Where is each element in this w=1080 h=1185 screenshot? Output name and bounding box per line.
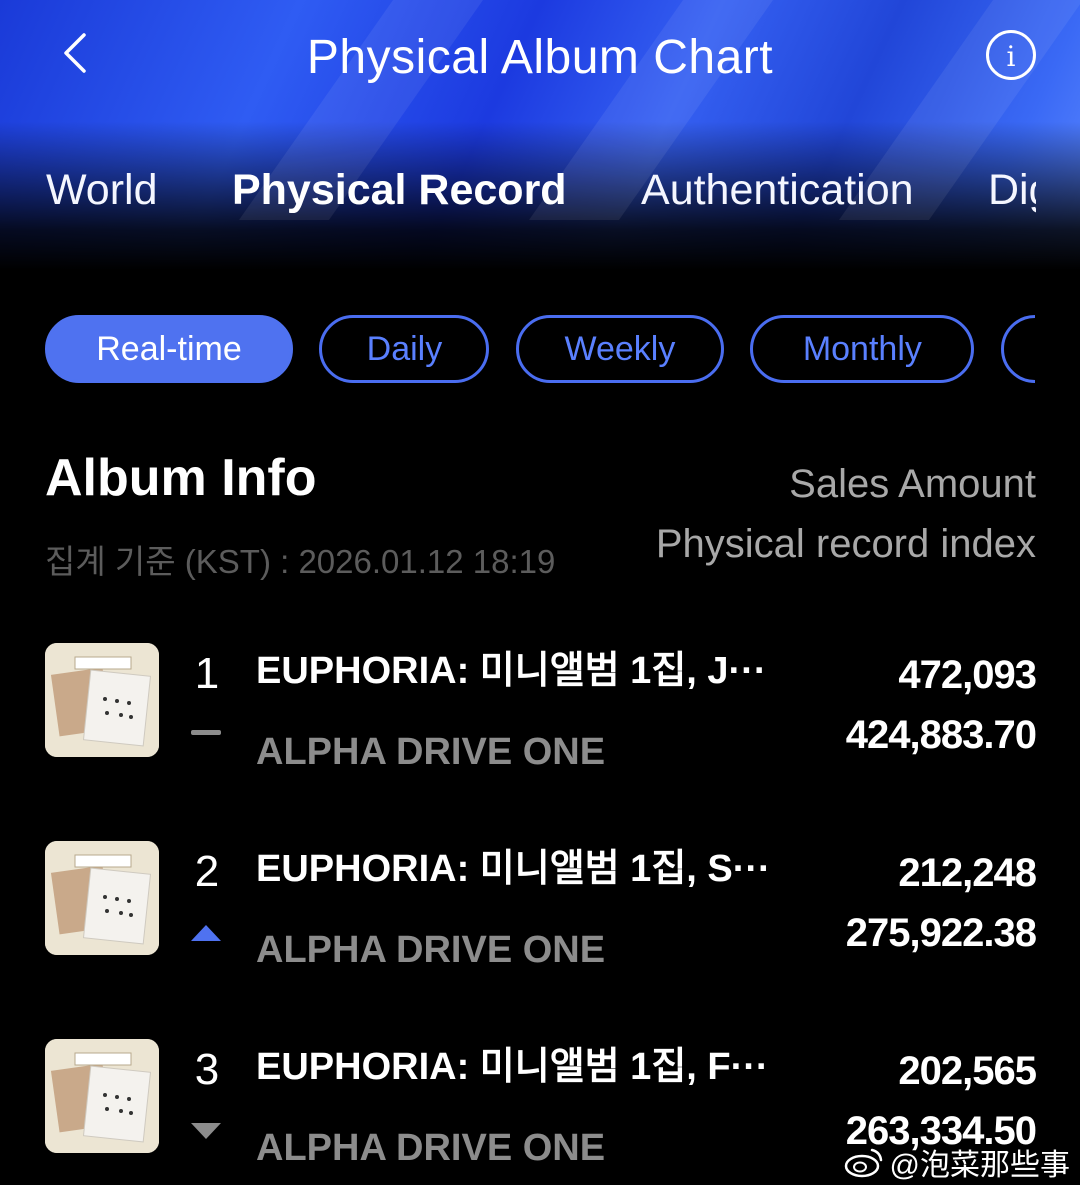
list-heading: Album Info <box>45 449 317 507</box>
artist-name: ALPHA DRIVE ONE <box>256 929 606 971</box>
album-title[interactable]: EUPHORIA: 미니앨범 1집, S··· <box>256 837 766 892</box>
rank-number: 3 <box>194 1045 220 1094</box>
album-cover <box>45 1039 159 1153</box>
rank-down-icon <box>190 1121 222 1146</box>
watermark-text: @泡菜那些事 <box>889 1149 1070 1182</box>
category-tabs: World Physical Record Authentication Dig… <box>46 166 1036 236</box>
album-title[interactable]: EUPHORIA: 미니앨범 1집, F··· <box>256 1035 766 1090</box>
tab-world[interactable]: World <box>46 166 158 215</box>
period-weekly-button[interactable]: Weekly <box>515 315 724 383</box>
top-bar: Physical Album Chart i <box>0 0 1080 110</box>
tab-authentication[interactable]: Authentication <box>641 166 914 215</box>
chart-row[interactable]: 1 EUPHORIA: 미니앨범 1집, J··· ALPHA DRIVE ON… <box>0 625 1080 785</box>
weibo-icon <box>844 1148 882 1178</box>
info-button[interactable]: i <box>986 30 1036 80</box>
period-monthly-button[interactable]: Monthly <box>750 315 975 383</box>
app-root: Physical Album Chart i World Physical Re… <box>0 0 1080 1185</box>
rank-number: 1 <box>194 649 220 698</box>
sales-amount: 472,093 <box>898 653 1037 697</box>
rank-same-icon <box>190 725 222 744</box>
period-next-button[interactable] <box>1000 315 1035 383</box>
page-title: Physical Album Chart <box>306 30 774 84</box>
album-title[interactable]: EUPHORIA: 미니앨범 1집, J··· <box>256 639 766 694</box>
tab-physical-record[interactable]: Physical Record <box>232 166 567 215</box>
physical-record-index: 424,883.70 <box>845 713 1037 757</box>
aggregation-timestamp: 집계 기준 (KST) : 2026.01.12 18:19 <box>45 543 556 580</box>
period-realtime-button[interactable]: Real-time <box>45 315 293 383</box>
chevron-left-icon <box>64 33 86 73</box>
tab-digital[interactable]: Digita <box>988 166 1036 215</box>
album-cover <box>45 841 159 955</box>
artist-name: ALPHA DRIVE ONE <box>256 731 606 773</box>
watermark: @泡菜那些事 <box>844 1140 1070 1184</box>
physical-record-index: 275,922.38 <box>845 911 1037 955</box>
column-header-index: Physical record index <box>655 522 1036 566</box>
rank-up-icon <box>190 923 222 948</box>
period-filter: Real-time Daily Weekly Monthly <box>45 315 1035 385</box>
artist-name: ALPHA DRIVE ONE <box>256 1127 606 1169</box>
column-header-sales: Sales Amount <box>789 462 1036 506</box>
period-daily-button[interactable]: Daily <box>319 315 490 383</box>
album-cover <box>45 643 159 757</box>
back-button[interactable] <box>50 28 100 78</box>
sales-amount: 202,565 <box>898 1049 1037 1093</box>
rank-number: 2 <box>194 847 220 896</box>
sales-amount: 212,248 <box>898 851 1037 895</box>
chart-row[interactable]: 2 EUPHORIA: 미니앨범 1집, S··· ALPHA DRIVE ON… <box>0 823 1080 983</box>
info-icon: i <box>1006 39 1016 73</box>
